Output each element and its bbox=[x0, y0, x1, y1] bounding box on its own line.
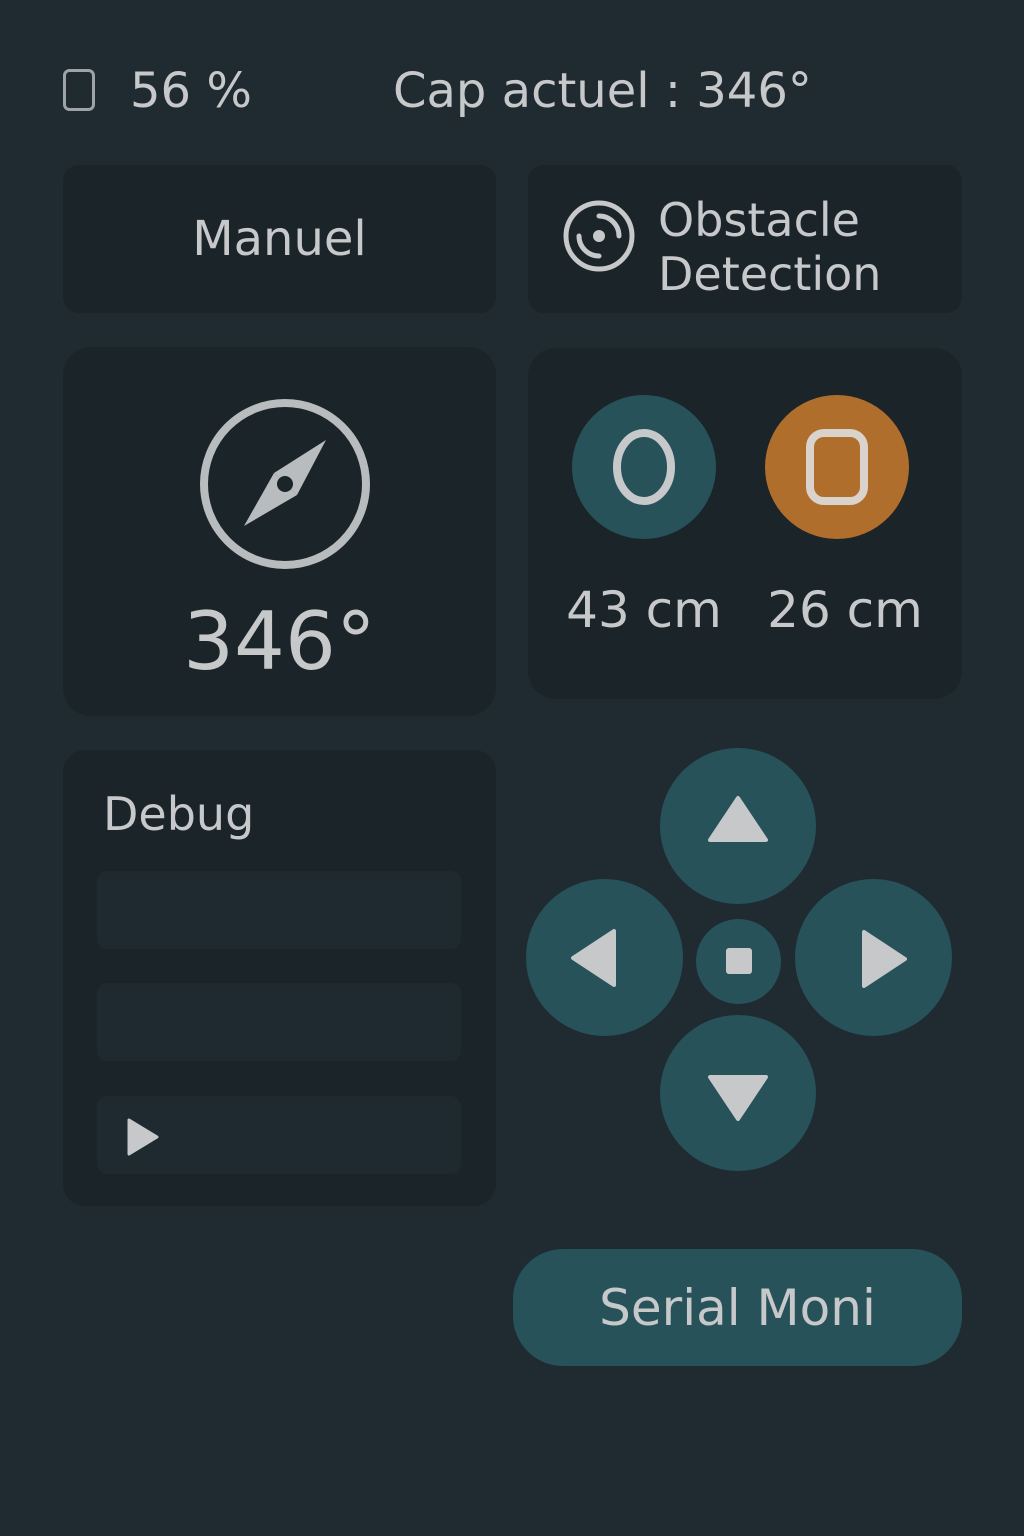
compass-icon bbox=[198, 397, 372, 571]
left-sensor-indicator bbox=[572, 395, 716, 539]
right-sensor-indicator bbox=[765, 395, 909, 539]
arrow-right-icon bbox=[862, 930, 907, 988]
distance-sensors-card: 43 cm 26 cm bbox=[528, 348, 962, 699]
debug-field-1[interactable] bbox=[97, 871, 461, 949]
debug-field-2[interactable] bbox=[97, 983, 461, 1061]
stop-button[interactable] bbox=[696, 919, 781, 1004]
current-heading: Cap actuel : 346° bbox=[393, 63, 812, 119]
play-icon[interactable] bbox=[125, 1117, 161, 1157]
move-forward-button[interactable] bbox=[660, 748, 816, 904]
compass-card: 346° bbox=[63, 347, 496, 716]
arrow-up-icon bbox=[708, 796, 768, 842]
radar-icon bbox=[562, 199, 636, 273]
left-distance-value: 43 cm bbox=[566, 581, 722, 639]
stop-icon bbox=[726, 948, 752, 974]
debug-panel: Debug bbox=[63, 750, 496, 1206]
compass-heading-value: 346° bbox=[183, 595, 376, 688]
arrow-down-icon bbox=[708, 1075, 768, 1121]
manual-mode-button[interactable]: Manuel bbox=[63, 165, 496, 313]
right-distance-value: 26 cm bbox=[767, 581, 923, 639]
debug-command-field[interactable] bbox=[97, 1096, 461, 1174]
turn-left-button[interactable] bbox=[526, 879, 683, 1036]
obstacle-detection-label: Obstacle Detection bbox=[658, 193, 958, 301]
obstacle-detection-button[interactable]: Obstacle Detection bbox=[528, 165, 962, 313]
manual-mode-label: Manuel bbox=[192, 211, 367, 267]
obstacle-label-line2: Detection bbox=[658, 247, 882, 301]
arrow-left-icon bbox=[571, 929, 616, 987]
move-backward-button[interactable] bbox=[660, 1015, 816, 1171]
serial-monitor-button[interactable]: Serial Moni bbox=[513, 1249, 962, 1366]
battery-icon bbox=[63, 69, 95, 111]
turn-right-button[interactable] bbox=[795, 879, 952, 1036]
obstacle-label-line1: Obstacle bbox=[658, 193, 860, 247]
debug-title: Debug bbox=[103, 787, 255, 841]
battery-level: 56 % bbox=[130, 63, 252, 119]
